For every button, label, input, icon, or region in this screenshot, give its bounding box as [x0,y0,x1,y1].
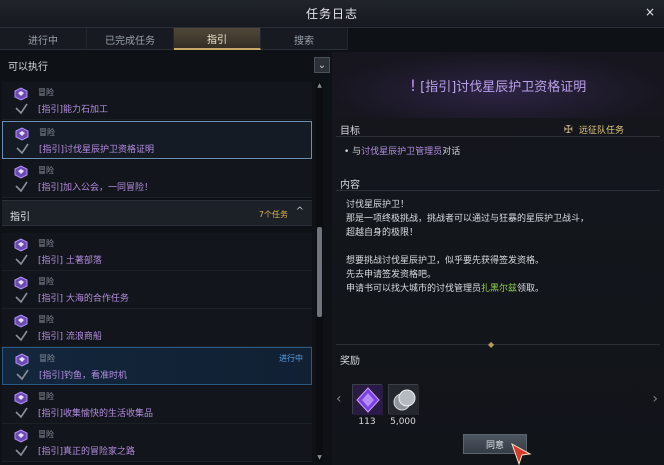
tab-completed[interactable]: 已完成任务 [87,28,174,50]
party-quest-tag: ✠ 远征队任务 [564,123,624,136]
description-line [346,240,646,254]
party-quest-label: 远征队任务 [578,126,624,136]
quest-detail-title: [指引]讨伐星辰护卫资格证明 [420,79,587,95]
list-item-selected[interactable]: 冒险 [指引]讨伐星辰护卫资格证明 [2,121,312,159]
list-item[interactable]: 冒险 [指引] 大海的合作任务 [2,271,312,309]
tab-search[interactable]: 搜索 [261,28,348,50]
quest-scroll-icon [14,165,28,193]
quest-list-scrollbar[interactable]: ▲ ▼ [316,82,323,462]
quest-title: [指引]收集愉快的生活收集品 [38,409,154,419]
scroll-down-icon[interactable]: ▼ [316,454,323,462]
divider [336,344,660,345]
quest-title: [指引] 土著部落 [38,256,102,266]
window-titlebar: 任务日志 × [0,0,664,28]
list-item[interactable]: 冒险 [指引]真正的冒险家之路 [2,424,312,462]
guide-section-header[interactable]: 指引 7个任务 ^ [2,200,312,226]
description-line: 讨伐星辰护卫！ [346,200,410,210]
quest-category: 冒险 [38,166,54,175]
quest-title: [指引] 流浪商船 [38,332,102,342]
quest-category: 冒险 [38,88,54,97]
quest-detail-panel: ! [指引]讨伐星辰护卫资格证明 目标 ✠ 远征队任务 • 与讨伐星辰护卫管理员… [332,52,664,465]
description-line: 想要挑战讨伐星辰护卫，似乎要先获得签发资格。 [346,256,545,266]
quest-scroll-icon [14,238,28,266]
filter-bar: 可以执行 ⌄ [4,54,334,76]
quest-title: [指引]加入公会，一同冒险！ [38,183,154,193]
chevron-right-icon[interactable]: › [652,391,658,407]
quest-title: [指引]能力石加工 [38,105,109,115]
chevron-up-icon[interactable]: ^ [296,206,304,217]
description-line: 那是一项终极挑战，挑战者可以通过与狂暴的星辰护卫战斗， [346,214,590,224]
reward-value: 113 [358,417,376,427]
tab-in-progress[interactable]: 进行中 [0,28,87,50]
list-item[interactable]: 冒险 [指引] 土著部落 [2,233,312,271]
description-prefix: 申请书可以找大城市的讨伐管理员 [346,284,482,294]
quest-category: 冒险 [38,277,54,286]
chevron-left-icon[interactable]: ‹ [336,391,342,407]
section-count: 7个任务 [258,210,288,219]
close-icon[interactable]: × [645,5,656,19]
quest-scroll-icon [14,391,28,419]
quest-title: [指引]钓鱼，看准时机 [39,371,128,381]
filter-label: 可以执行 [8,61,48,73]
party-icon: ✠ [563,123,573,136]
section-title: 指引 [10,212,30,223]
diamond-ornament-icon: ◆ [488,340,495,349]
divider [336,190,660,191]
reward-slot[interactable] [388,384,419,415]
chevron-down-icon: ⌄ [317,59,327,71]
quest-category: 冒险 [38,315,54,324]
reward-item[interactable]: 5,000 [388,384,419,427]
quest-scroll-icon [14,276,28,304]
quest-title: [指引] 大海的合作任务 [38,294,129,304]
quest-goal: • 与讨伐星辰护卫管理员对话 [344,144,460,157]
mouse-cursor-icon [511,442,532,465]
quest-category: 冒险 [38,430,54,439]
quest-category: 冒险 [39,354,55,363]
quest-detail-header: ! [指引]讨伐星辰护卫资格证明 [332,52,664,118]
quest-tabs: 进行中 已完成任务 指引 搜索 [0,28,348,50]
tab-guide[interactable]: 指引 [174,28,261,50]
list-item-in-progress[interactable]: 冒险 [指引]钓鱼，看准时机 进行中 [2,347,312,385]
list-item[interactable]: 冒险 [指引]收集愉快的生活收集品 [2,386,312,424]
goal-label: 目标 [340,126,360,137]
scroll-up-icon[interactable]: ▲ [316,82,323,90]
reward-value: 5,000 [390,417,416,427]
scrollbar-thumb[interactable] [317,227,322,317]
list-item[interactable]: 冒险 [指引]加入公会，一同冒险！ [2,160,312,198]
quest-exclamation-icon: ! [409,75,417,95]
quest-category: 冒险 [39,128,55,137]
purple-gem-icon [353,385,383,415]
goal-target-npc[interactable]: 讨伐星辰护卫管理员 [361,147,442,157]
reward-slot[interactable] [352,384,383,415]
divider [336,136,660,137]
reward-item[interactable]: 113 [352,384,383,427]
reward-list: 113 5,000 [352,384,419,427]
reward-label: 奖励 [340,356,360,367]
npc-name-link[interactable]: 扎黑尔兹 [481,284,517,294]
filter-dropdown-button[interactable]: ⌄ [314,57,330,73]
window-title: 任务日志 [305,7,358,21]
quest-category: 冒险 [38,239,54,248]
quest-title: [指引]真正的冒险家之路 [38,447,136,457]
goal-prefix: • 与 [344,147,362,157]
content-label: 内容 [340,180,360,191]
list-item[interactable]: 冒险 [指引]能力石加工 [2,82,312,120]
description-line: 先去申请签发资格吧。 [346,270,437,280]
quest-scroll-icon [15,353,29,381]
quest-list: 冒险 [指引]能力石加工 冒险 [指引]讨伐星辰护卫资格证明 冒险 [指引]加入… [2,78,312,465]
quest-title: [指引]讨伐星辰护卫资格证明 [39,145,155,155]
description-line: 申请书可以找大城市的讨伐管理员扎黑尔兹领取。 [346,282,646,296]
quest-scroll-icon [15,127,29,155]
quest-status-badge: 进行中 [279,354,303,363]
silver-coin-icon [389,385,419,415]
quest-scroll-icon [14,314,28,342]
list-item[interactable]: 冒险 [指引] 流浪商船 [2,309,312,347]
goal-suffix: 对话 [442,147,461,157]
quest-category: 冒险 [38,392,54,401]
quest-description: 讨伐星辰护卫！ 那是一项终极挑战，挑战者可以通过与狂暴的星辰护卫战斗， 超越自身… [346,198,646,296]
description-suffix: 领取。 [517,284,545,294]
quest-scroll-icon [14,429,28,457]
quest-scroll-icon [14,87,28,115]
description-line: 超越自身的极限！ [346,228,419,238]
